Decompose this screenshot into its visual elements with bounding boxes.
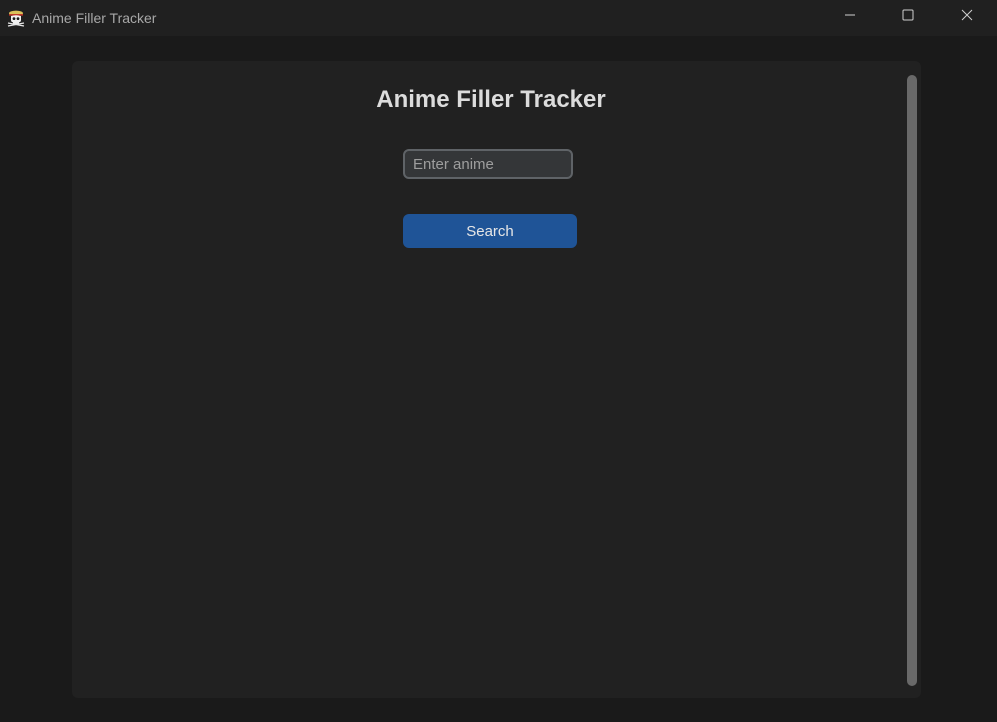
- maximize-icon: [902, 8, 914, 26]
- app-window: Anime Filler Tracker Anime Filler Tracke…: [0, 0, 997, 722]
- close-button[interactable]: [938, 0, 996, 34]
- minimize-icon: [844, 8, 856, 26]
- minimize-button[interactable]: [821, 0, 879, 34]
- anime-search-input[interactable]: [403, 149, 573, 179]
- window-title: Anime Filler Tracker: [32, 10, 157, 26]
- main-scroll-panel: Anime Filler Tracker Search: [72, 61, 921, 698]
- vertical-scrollbar[interactable]: [907, 75, 917, 686]
- close-icon: [961, 8, 973, 26]
- pirate-skull-icon: [7, 9, 25, 27]
- title-bar[interactable]: Anime Filler Tracker: [0, 0, 997, 36]
- search-button[interactable]: Search: [403, 214, 577, 248]
- page-title: Anime Filler Tracker: [376, 86, 606, 113]
- maximize-button[interactable]: [879, 0, 937, 34]
